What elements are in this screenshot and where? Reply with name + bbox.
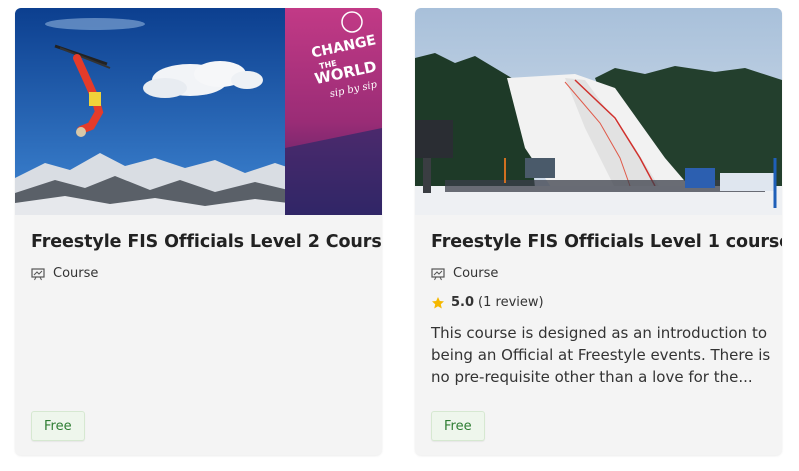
star-icon: [431, 296, 445, 310]
course-title[interactable]: Freestyle FIS Officials Level 1 course: [431, 232, 782, 252]
course-type: Course: [431, 266, 498, 281]
presentation-icon: [431, 267, 445, 281]
presentation-icon: [31, 267, 45, 281]
course-rating: 5.0 (1 review): [431, 295, 544, 310]
rating-value: 5.0: [451, 295, 475, 310]
course-thumbnail-aerial-skier[interactable]: CHANGE THE WORLD sip by sip: [15, 8, 382, 215]
course-thumbnail-ski-slope[interactable]: [415, 8, 782, 215]
course-type: Course: [31, 266, 98, 281]
price-badge: Free: [31, 411, 85, 441]
course-description: This course is designed as an introducti…: [431, 322, 771, 388]
course-card[interactable]: CHANGE THE WORLD sip by sip Freestyle FI…: [15, 8, 382, 455]
description-line: being an Official at Freestyle events. T…: [431, 346, 771, 364]
review-count[interactable]: (1 review): [478, 295, 544, 310]
description-line: This course is designed as an introducti…: [431, 324, 768, 342]
course-card[interactable]: Freestyle FIS Officials Level 1 course C…: [415, 8, 782, 455]
description-line: no pre-requisite other than a love for t…: [431, 368, 753, 386]
course-title[interactable]: Freestyle FIS Officials Level 2 Course: [31, 232, 382, 252]
course-type-label: Course: [53, 266, 99, 281]
price-badge: Free: [431, 411, 485, 441]
course-type-label: Course: [453, 266, 499, 281]
